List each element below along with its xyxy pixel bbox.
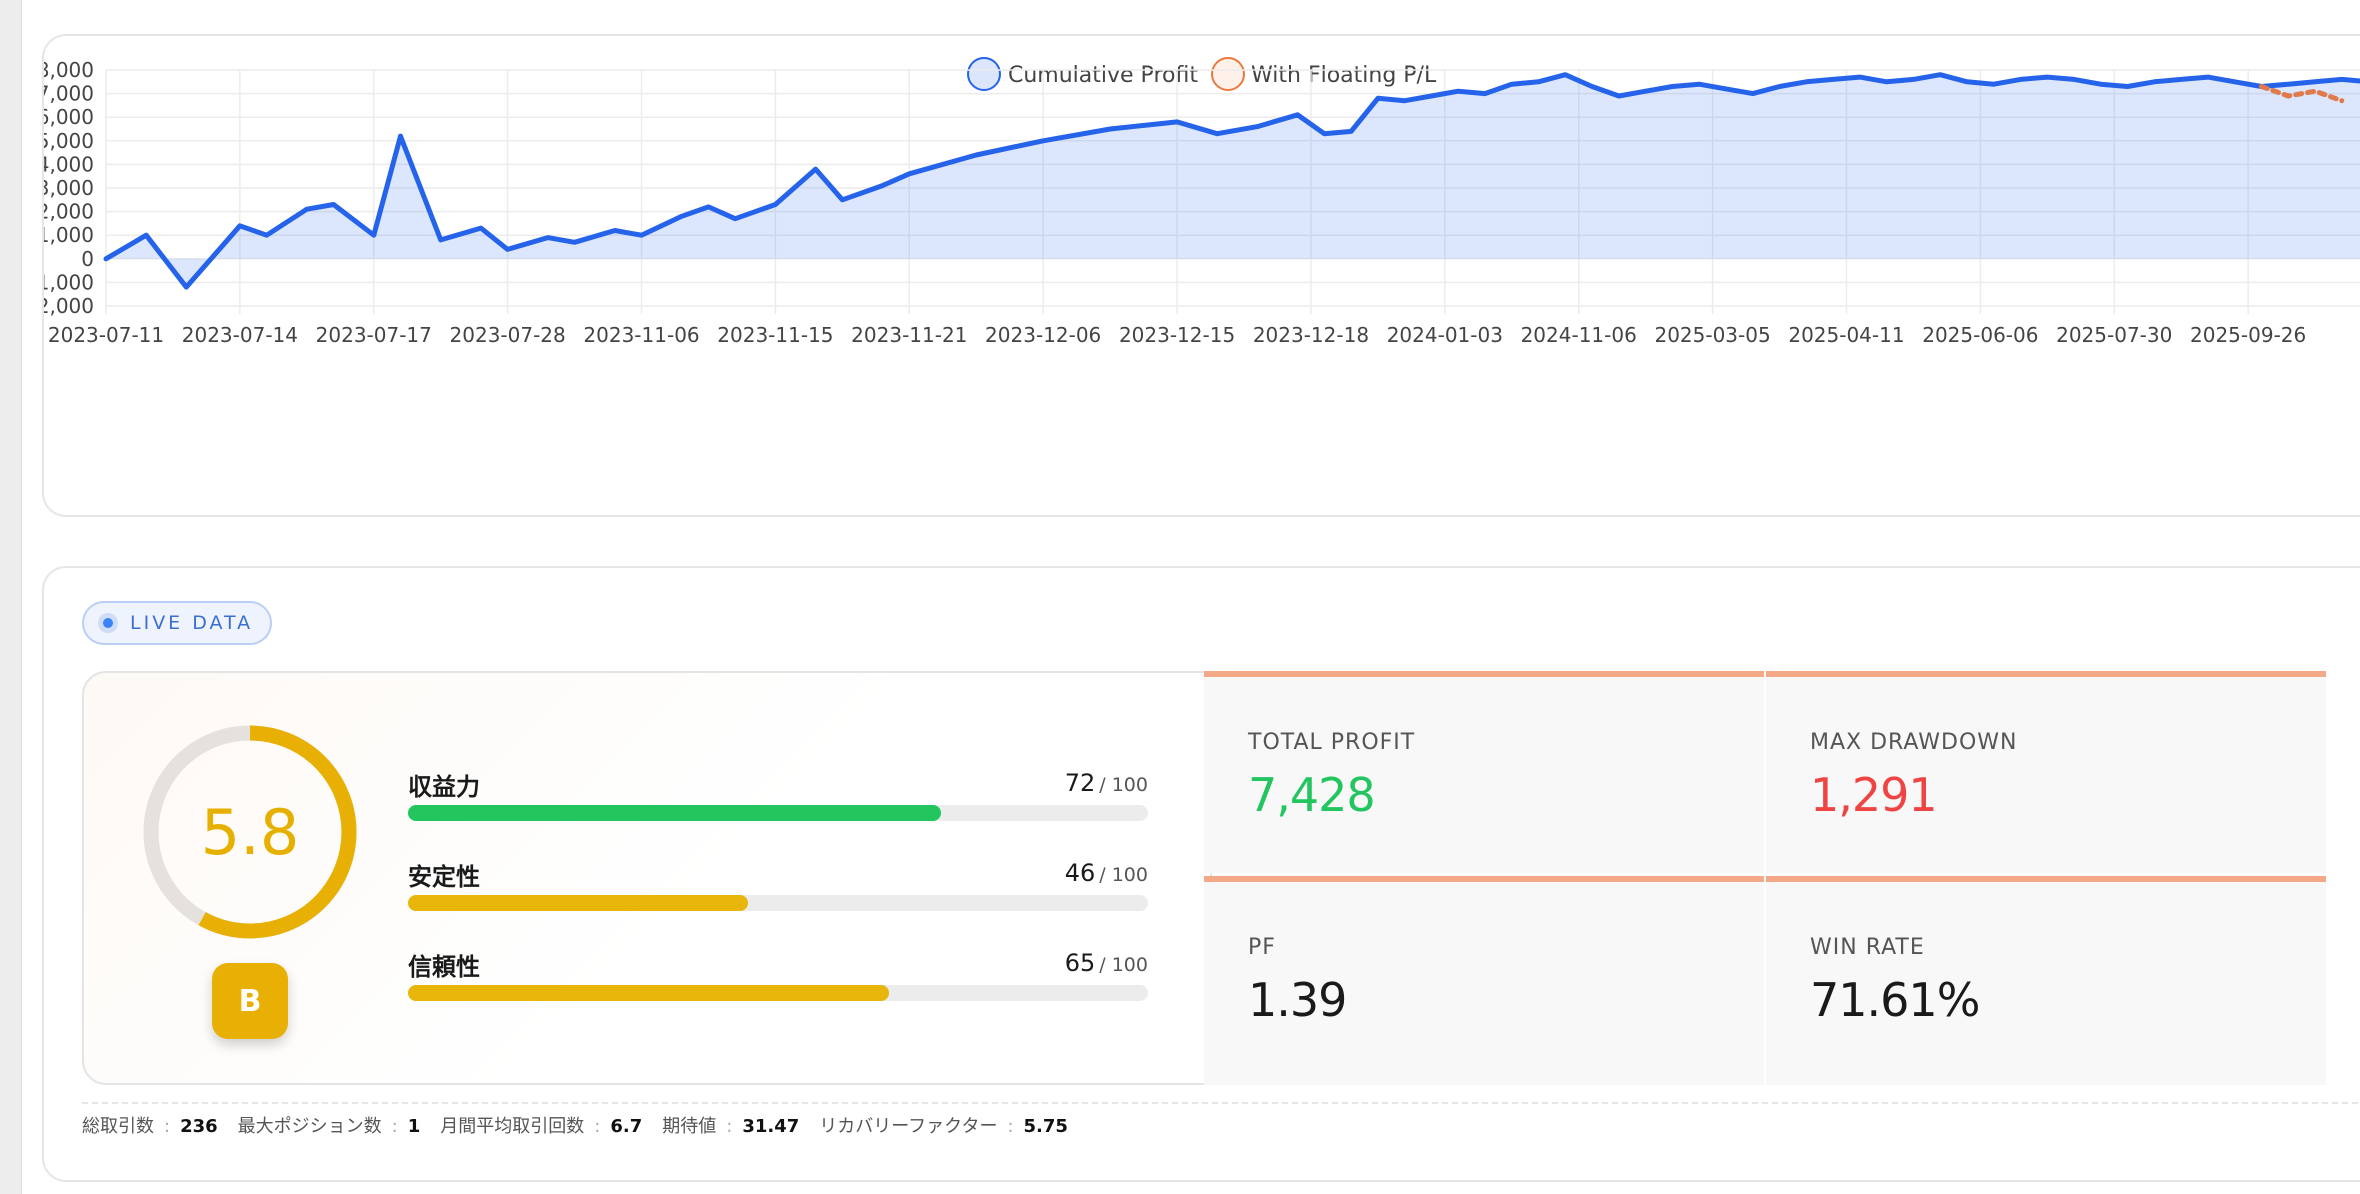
metric-label: 安定性	[408, 863, 480, 891]
footer-key: 期待値	[662, 1116, 717, 1137]
chart-legend[interactable]: Cumulative Profit With Floating P/L	[967, 57, 1437, 91]
metric-bar-track	[408, 805, 1148, 821]
y-tick-label: 3,000	[44, 176, 94, 200]
stat-card-max-drawdown: MAX DRAWDOWN 1,291	[1766, 671, 2326, 873]
metric-label: 収益力	[408, 773, 480, 801]
cumulative-profit-area	[106, 74, 2360, 288]
y-tick-label: -2,000	[44, 294, 94, 318]
stat-value: 1,291	[1810, 768, 1938, 822]
metric-reliability: 信頼性 65/ 100	[408, 947, 1148, 1007]
metric-label: 信頼性	[408, 953, 480, 981]
x-tick-label: 2024-11-06	[1521, 323, 1637, 347]
metric-score: 46/ 100	[1064, 859, 1148, 887]
x-tick-label: 2025-07-30	[2056, 323, 2172, 347]
stat-value: 71.61%	[1810, 973, 1980, 1027]
footer-key: 月間平均取引回数	[440, 1116, 585, 1137]
metric-bar-fill	[408, 985, 889, 1001]
y-tick-label: 4,000	[44, 152, 94, 176]
x-tick-label: 2023-07-14	[182, 323, 298, 347]
legend-label-floating-pl[interactable]: With Floating P/L	[1251, 63, 1437, 88]
stat-card-total-profit: TOTAL PROFIT 7,428	[1204, 671, 1764, 873]
overall-score-value: 5.8	[200, 795, 300, 869]
y-tick-label: 0	[81, 247, 94, 271]
x-tick-label: 2023-07-17	[316, 323, 432, 347]
live-indicator-icon	[98, 613, 118, 633]
x-tick-label: 2023-12-15	[1119, 323, 1235, 347]
footer-value: 1	[407, 1116, 421, 1137]
strategy-stats-card: LIVE DATA 5.8 B 収益力 72/ 100 安定性 46/ 100 …	[42, 566, 2360, 1182]
y-tick-label: 7,000	[44, 82, 94, 106]
x-tick-label: 2023-12-18	[1253, 323, 1369, 347]
grade-badge: B	[212, 963, 288, 1039]
window-edge	[0, 0, 22, 1194]
footer-divider	[82, 1102, 2360, 1104]
legend-label-cumulative-profit[interactable]: Cumulative Profit	[1008, 63, 1198, 88]
x-tick-label: 2025-06-06	[1922, 323, 2038, 347]
cumulative-profit-chart-card: Cumulative Profit With Floating P/L 8,00…	[30, 34, 2360, 517]
metric-stability: 安定性 46/ 100	[408, 857, 1148, 917]
y-tick-label: 6,000	[44, 105, 94, 129]
footer-key: 最大ポジション数	[237, 1116, 382, 1137]
metric-bar-fill	[408, 805, 941, 821]
y-tick-label: 5,000	[44, 129, 94, 153]
footer-value: 6.7	[610, 1116, 643, 1137]
x-tick-label: 2023-11-06	[583, 323, 699, 347]
metric-bar-track	[408, 895, 1148, 911]
stat-label: TOTAL PROFIT	[1248, 730, 1416, 755]
y-tick-label: 1,000	[44, 223, 94, 247]
x-tick-label: 2025-03-05	[1654, 323, 1770, 347]
x-tick-label: 2023-07-11	[48, 323, 164, 347]
x-tick-label: 2023-07-28	[450, 323, 566, 347]
metric-bar-fill	[408, 895, 749, 911]
x-tick-label: 2025-04-11	[1788, 323, 1904, 347]
footer-key: 総取引数	[82, 1116, 154, 1137]
score-panel: 5.8 B 収益力 72/ 100 安定性 46/ 100 信頼性 65/ 10…	[82, 671, 1212, 1085]
x-tick-label: 2023-11-21	[851, 323, 967, 347]
live-data-label: LIVE DATA	[130, 612, 254, 634]
live-data-badge: LIVE DATA	[82, 601, 272, 645]
y-tick-label: -1,000	[44, 270, 94, 294]
stat-label: MAX DRAWDOWN	[1810, 730, 2018, 755]
y-tick-label: 8,000	[44, 58, 94, 82]
y-tick-label: 2,000	[44, 200, 94, 224]
cumulative-profit-chart: Cumulative Profit With Floating P/L 8,00…	[30, 57, 2360, 347]
stat-value: 7,428	[1248, 768, 1376, 822]
stat-label: WIN RATE	[1810, 935, 1925, 960]
stat-label: PF	[1248, 935, 1276, 960]
summary-footer: 総取引数:236 最大ポジション数:1 月間平均取引回数:6.7 期待値:31.…	[82, 1112, 1088, 1138]
x-tick-label: 2025-09-26	[2190, 323, 2306, 347]
stat-value: 1.39	[1248, 973, 1347, 1027]
x-tick-label: 2024-01-03	[1387, 323, 1503, 347]
stat-card-win-rate: WIN RATE 71.61%	[1766, 876, 2326, 1085]
x-tick-label: 2023-11-15	[717, 323, 833, 347]
x-tick-label: 2023-12-06	[985, 323, 1101, 347]
footer-value: 31.47	[742, 1116, 800, 1137]
stat-card-pf: PF 1.39	[1204, 876, 1764, 1085]
footer-value: 236	[180, 1116, 218, 1137]
legend-swatch-cumulative-profit[interactable]	[967, 57, 1001, 91]
footer-value: 5.75	[1023, 1116, 1068, 1137]
metric-score: 65/ 100	[1064, 949, 1148, 977]
metric-bar-track	[408, 985, 1148, 1001]
legend-swatch-floating-pl[interactable]	[1211, 57, 1245, 91]
metric-score: 72/ 100	[1064, 769, 1148, 797]
footer-key: リカバリーファクター	[819, 1116, 998, 1137]
metric-profitability: 収益力 72/ 100	[408, 767, 1148, 827]
